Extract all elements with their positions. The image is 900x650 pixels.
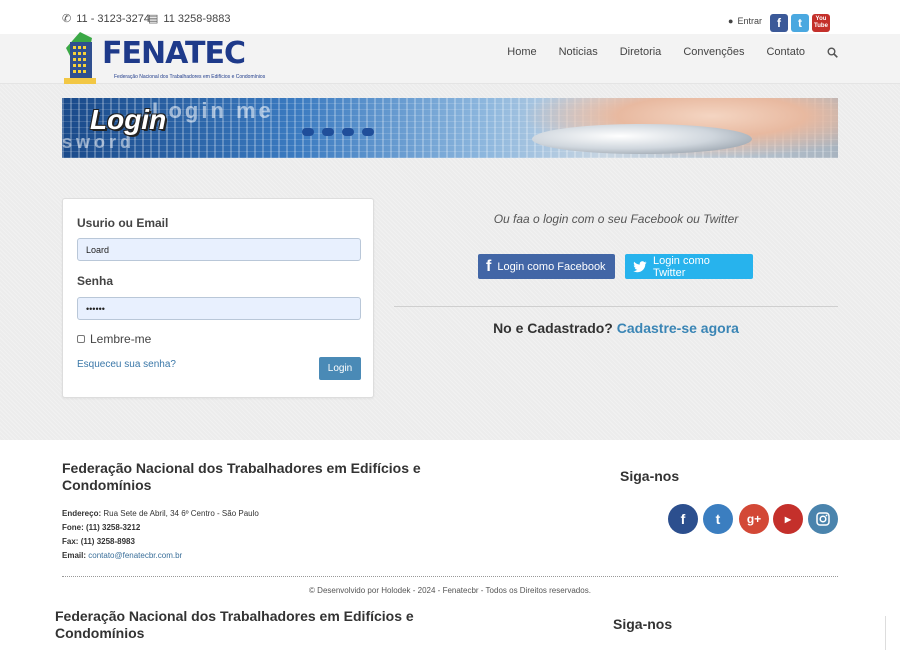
email-label: Email: bbox=[62, 551, 87, 560]
facebook-login-button[interactable]: f Login como Facebook bbox=[478, 254, 615, 279]
address-value: Rua Sete de Abril, 34 6º Centro - São Pa… bbox=[103, 509, 259, 518]
facebook-icon[interactable]: f bbox=[770, 14, 788, 32]
footer-divider bbox=[62, 576, 838, 577]
login-button[interactable]: Login bbox=[319, 357, 361, 380]
nav-contato[interactable]: Contato bbox=[766, 46, 805, 58]
phone-number: 11 - 3123-3274 bbox=[76, 12, 151, 25]
instagram-glyph-icon bbox=[816, 512, 830, 526]
phone-contact: ✆ 11 - 3123-3274 bbox=[62, 12, 151, 26]
facebook-circle-icon[interactable]: f bbox=[668, 504, 698, 534]
entrar-label: Entrar bbox=[737, 16, 762, 26]
forgot-password-link[interactable]: Esqueceu sua senha? bbox=[77, 359, 176, 370]
logo-subtitle: Federação Nacional dos Trabalhadores em … bbox=[114, 74, 266, 80]
facebook-icon: f bbox=[486, 257, 492, 275]
remember-checkbox[interactable] bbox=[77, 335, 85, 343]
register-question: No e Cadastrado? bbox=[493, 320, 613, 336]
login-form: Usurio ou Email Senha Lembre-me Esqueceu… bbox=[62, 198, 374, 398]
youtube-icon[interactable]: You Tube bbox=[812, 14, 830, 32]
divider bbox=[394, 306, 838, 307]
remember-me[interactable]: Lembre-me bbox=[77, 332, 151, 346]
fax-value: (11) 3258-8983 bbox=[80, 537, 135, 546]
twitter-bird-icon bbox=[633, 260, 647, 272]
footer-org-name-repeat: Federação Nacional dos Trabalhadores em … bbox=[55, 608, 414, 641]
phone-icon: ✆ bbox=[62, 13, 72, 25]
fax-contact: ▤ 11 3258-9883 bbox=[148, 12, 231, 26]
twitter-login-button[interactable]: Login como Twitter bbox=[625, 254, 753, 279]
fax-label: Fax: bbox=[62, 537, 79, 546]
nav-diretoria[interactable]: Diretoria bbox=[620, 46, 662, 58]
footer-org-name: Federação Nacional dos Trabalhadores em … bbox=[62, 460, 421, 493]
address-label: Endereço: bbox=[62, 509, 102, 518]
banner-title: Login bbox=[90, 104, 167, 135]
twitter-login-label: Login como Twitter bbox=[652, 254, 710, 279]
nav-home[interactable]: Home bbox=[507, 46, 536, 58]
password-input[interactable] bbox=[77, 297, 361, 320]
banner-password-dots bbox=[302, 128, 374, 136]
phone-value: (11) 3258-3212 bbox=[86, 523, 141, 532]
search-icon[interactable] bbox=[827, 47, 838, 58]
phone-label: Fone: bbox=[62, 523, 84, 532]
copyright: © Desenvolvido por Holodek - 2024 - Fena… bbox=[309, 586, 591, 595]
google-plus-circle-icon[interactable]: g+ bbox=[739, 504, 769, 534]
printer-icon: ▤ bbox=[148, 13, 159, 25]
footer-email: Email: contato@fenatecbr.com.br bbox=[62, 551, 182, 560]
register-link[interactable]: Cadastre-se agora bbox=[617, 320, 739, 336]
instagram-circle-icon[interactable] bbox=[808, 504, 838, 534]
logo-wordmark: FENATEC bbox=[102, 36, 246, 71]
remember-label: Lembre-me bbox=[90, 332, 152, 346]
youtube-circle-icon[interactable]: ▶ bbox=[773, 504, 803, 534]
entrar-link[interactable]: ● Entrar bbox=[728, 16, 762, 26]
facebook-login-label: Login como Facebook bbox=[497, 260, 606, 273]
register-prompt: No e Cadastrado? Cadastre-se agora bbox=[394, 320, 838, 336]
user-icon: ● bbox=[728, 16, 734, 26]
follow-title-repeat: Siga-nos bbox=[613, 616, 673, 632]
banner-ghost-text: Login me bbox=[152, 98, 274, 123]
scrollbar-edge bbox=[885, 616, 886, 650]
email-link[interactable]: contato@fenatecbr.com.br bbox=[88, 551, 182, 560]
site-logo[interactable]: FENATEC Federação Nacional dos Trabalhad… bbox=[62, 28, 266, 86]
login-banner: Login me sword Login bbox=[62, 98, 838, 158]
nav-convencoes[interactable]: Convenções bbox=[683, 46, 744, 58]
nav-noticias[interactable]: Noticias bbox=[559, 46, 598, 58]
social-login-intro: Ou faa o login com o seu Facebook ou Twi… bbox=[493, 212, 739, 226]
follow-title: Siga-nos bbox=[620, 468, 680, 484]
twitter-icon[interactable]: t bbox=[791, 14, 809, 32]
footer-fax: Fax: (11) 3258-8983 bbox=[62, 537, 135, 546]
footer-phone: Fone: (11) 3258-3212 bbox=[62, 523, 140, 532]
user-input[interactable] bbox=[77, 238, 361, 261]
main-nav: Home Noticias Diretoria Convenções Conta… bbox=[507, 46, 838, 58]
twitter-circle-icon[interactable]: t bbox=[703, 504, 733, 534]
password-label: Senha bbox=[77, 274, 114, 288]
banner-mouse-image bbox=[532, 124, 752, 154]
user-label: Usurio ou Email bbox=[77, 216, 169, 230]
footer-address: Endereço: Rua Sete de Abril, 34 6º Centr… bbox=[62, 509, 259, 518]
fax-number: 11 3258-9883 bbox=[163, 12, 231, 25]
